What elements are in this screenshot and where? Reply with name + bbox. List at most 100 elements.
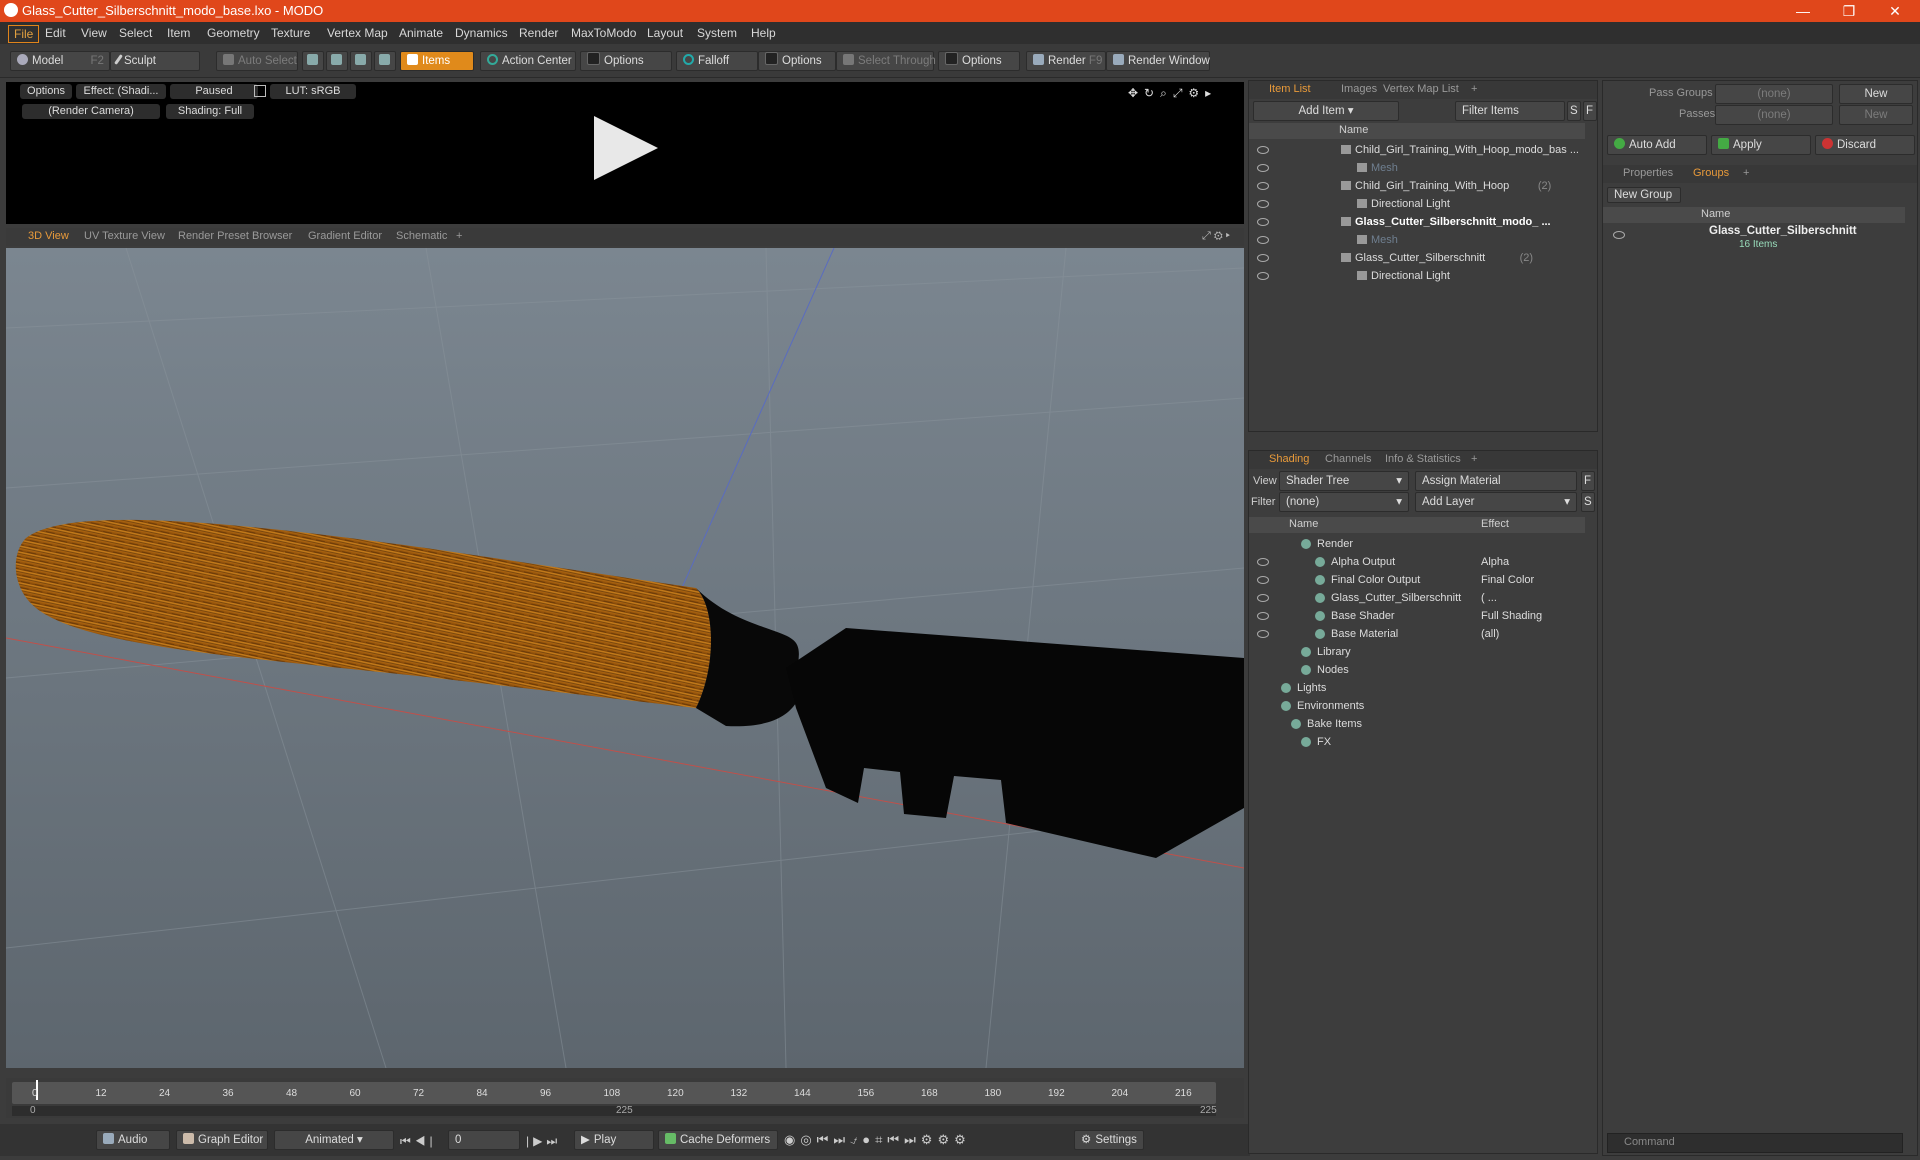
audio-button[interactable]: Audio xyxy=(96,1130,170,1150)
shading-f-button[interactable]: F xyxy=(1581,471,1595,491)
animated-dropdown[interactable]: Animated ▾ xyxy=(274,1130,394,1150)
preview-options-button[interactable]: Options xyxy=(20,84,72,99)
shader-tree-row[interactable]: Lights xyxy=(1249,679,1585,697)
select-options-button[interactable]: Options xyxy=(938,51,1020,71)
tab-gradient-editor[interactable]: Gradient Editor xyxy=(308,230,382,242)
minimize-icon[interactable]: — xyxy=(1780,0,1826,22)
menu-vertex-map[interactable]: Vertex Map xyxy=(322,25,393,41)
shader-tree-row[interactable]: Render xyxy=(1249,535,1585,553)
tab-info-statistics[interactable]: Info & Statistics xyxy=(1385,453,1461,465)
key-tools-icons[interactable]: ◉◎⏮⏭⍻●⌗⏮⏭⚙⚙⚙ xyxy=(784,1132,971,1148)
filter-items-field[interactable]: Filter Items xyxy=(1455,101,1565,121)
eye-icon[interactable] xyxy=(1257,254,1269,262)
lock-icon[interactable] xyxy=(254,85,266,97)
shader-row-effect[interactable]: Full Shading xyxy=(1481,607,1542,625)
item-list-row[interactable]: Glass_Cutter_Silberschnitt (2) xyxy=(1249,249,1585,267)
itemlist-f-button[interactable]: F xyxy=(1583,101,1597,121)
add-item-dropdown[interactable]: Add Item ▾ xyxy=(1253,101,1399,121)
tab-groups[interactable]: Groups xyxy=(1693,167,1729,179)
eye-icon[interactable] xyxy=(1257,558,1269,566)
eye-icon[interactable] xyxy=(1257,164,1269,172)
action-center-options-button[interactable]: Options xyxy=(580,51,672,71)
eye-icon[interactable] xyxy=(1257,612,1269,620)
preview-paused-button[interactable]: Paused xyxy=(170,84,258,99)
tab-add[interactable]: + xyxy=(456,230,462,242)
eye-icon[interactable] xyxy=(1257,272,1269,280)
menu-dynamics[interactable]: Dynamics xyxy=(450,25,513,41)
menu-geometry[interactable]: Geometry xyxy=(202,25,265,41)
viewport-settings-icon[interactable]: ⤢ ⚙ ▸ xyxy=(1202,230,1230,243)
filter-dropdown[interactable]: (none) ▾ xyxy=(1279,492,1409,512)
group-item[interactable]: Glass_Cutter_Silberschnitt 16 Items xyxy=(1603,223,1905,259)
apply-button[interactable]: Apply xyxy=(1711,135,1811,155)
tab-images[interactable]: Images xyxy=(1341,83,1377,95)
item-list-row[interactable]: Mesh xyxy=(1249,231,1585,249)
menu-select[interactable]: Select xyxy=(114,25,157,41)
eye-icon[interactable] xyxy=(1257,594,1269,602)
tab-add-shading[interactable]: + xyxy=(1471,453,1477,465)
eye-icon[interactable] xyxy=(1613,231,1625,239)
render-window-button[interactable]: Render Window xyxy=(1106,51,1210,71)
menu-render[interactable]: Render xyxy=(514,25,563,41)
close-icon[interactable]: ✕ xyxy=(1872,0,1918,22)
tab-render-preset-browser[interactable]: Render Preset Browser xyxy=(178,230,292,242)
tab-uv-texture-view[interactable]: UV Texture View xyxy=(84,230,165,242)
item-list-row[interactable]: Directional Light xyxy=(1249,267,1585,285)
shader-row-effect[interactable]: Final Color xyxy=(1481,571,1534,589)
tab-channels[interactable]: Channels xyxy=(1325,453,1371,465)
tab-properties[interactable]: Properties xyxy=(1623,167,1673,179)
item-list-row[interactable]: Mesh xyxy=(1249,159,1585,177)
shader-tree-row[interactable]: Final Color Output Final Color xyxy=(1249,571,1585,589)
assign-material-field[interactable]: Assign Material xyxy=(1415,471,1577,491)
menu-file[interactable]: File xyxy=(8,25,40,43)
new-pass-button[interactable]: New xyxy=(1839,105,1913,125)
eye-icon[interactable] xyxy=(1257,630,1269,638)
command-input[interactable]: Command xyxy=(1607,1133,1903,1153)
model-button[interactable]: Model F2 xyxy=(10,51,110,71)
camera-dropdown[interactable]: (Render Camera) xyxy=(22,104,160,119)
menu-system[interactable]: System xyxy=(692,25,742,41)
shader-tree-row[interactable]: Base Shader Full Shading xyxy=(1249,607,1585,625)
auto-add-button[interactable]: Auto Add xyxy=(1607,135,1707,155)
eye-icon[interactable] xyxy=(1257,200,1269,208)
item-list-row[interactable]: Glass_Cutter_Silberschnitt_modo_ ... xyxy=(1249,213,1585,231)
play-button[interactable]: ▶ Play xyxy=(574,1130,654,1150)
menu-help[interactable]: Help xyxy=(746,25,781,41)
3d-viewport[interactable] xyxy=(6,248,1244,1068)
shader-tree-row[interactable]: Library xyxy=(1249,643,1585,661)
eye-icon[interactable] xyxy=(1257,146,1269,154)
preview-nav-icons[interactable]: ✥↻⌕⤢⚙▸ xyxy=(1128,86,1217,101)
lut-dropdown[interactable]: LUT: sRGB xyxy=(270,84,356,99)
shader-tree-row[interactable]: Base Material (all) xyxy=(1249,625,1585,643)
falloff-button[interactable]: Falloff xyxy=(676,51,758,71)
menu-edit[interactable]: Edit xyxy=(40,25,71,41)
tab-add-itemlist[interactable]: + xyxy=(1471,83,1477,95)
sculpt-button[interactable]: Sculpt xyxy=(110,51,200,71)
restore-icon[interactable]: ❐ xyxy=(1826,0,1872,22)
new-group-button[interactable]: New Group xyxy=(1607,187,1681,203)
shader-row-effect[interactable]: ( ... xyxy=(1481,589,1497,607)
shader-tree-row[interactable]: Bake Items xyxy=(1249,715,1585,733)
discard-button[interactable]: Discard xyxy=(1815,135,1915,155)
tab-3d-view[interactable]: 3D View xyxy=(28,230,69,242)
shader-row-effect[interactable]: Alpha xyxy=(1481,553,1509,571)
eye-icon[interactable] xyxy=(1257,218,1269,226)
menu-item[interactable]: Item xyxy=(162,25,195,41)
shader-tree-row[interactable]: FX xyxy=(1249,733,1585,751)
select-through-button[interactable]: Select Through xyxy=(836,51,936,71)
tab-schematic[interactable]: Schematic xyxy=(396,230,447,242)
eye-icon[interactable] xyxy=(1257,182,1269,190)
shading-dropdown[interactable]: Shading: Full xyxy=(166,104,254,119)
item-list-row[interactable]: Directional Light xyxy=(1249,195,1585,213)
shader-row-effect[interactable]: (all) xyxy=(1481,625,1499,643)
menu-view[interactable]: View xyxy=(76,25,112,41)
tab-add-groups[interactable]: + xyxy=(1743,167,1749,179)
passes-dropdown[interactable]: (none) xyxy=(1715,105,1833,125)
shading-s-button[interactable]: S xyxy=(1581,492,1595,512)
preview-effect-dropdown[interactable]: Effect: (Shadi... xyxy=(76,84,166,99)
menu-texture[interactable]: Texture xyxy=(266,25,315,41)
itemlist-s-button[interactable]: S xyxy=(1567,101,1581,121)
eye-icon[interactable] xyxy=(1257,236,1269,244)
transport-forward-icons[interactable]: |▶⏭ xyxy=(526,1134,561,1149)
menu-maxtomodo[interactable]: MaxToModo xyxy=(566,25,641,41)
